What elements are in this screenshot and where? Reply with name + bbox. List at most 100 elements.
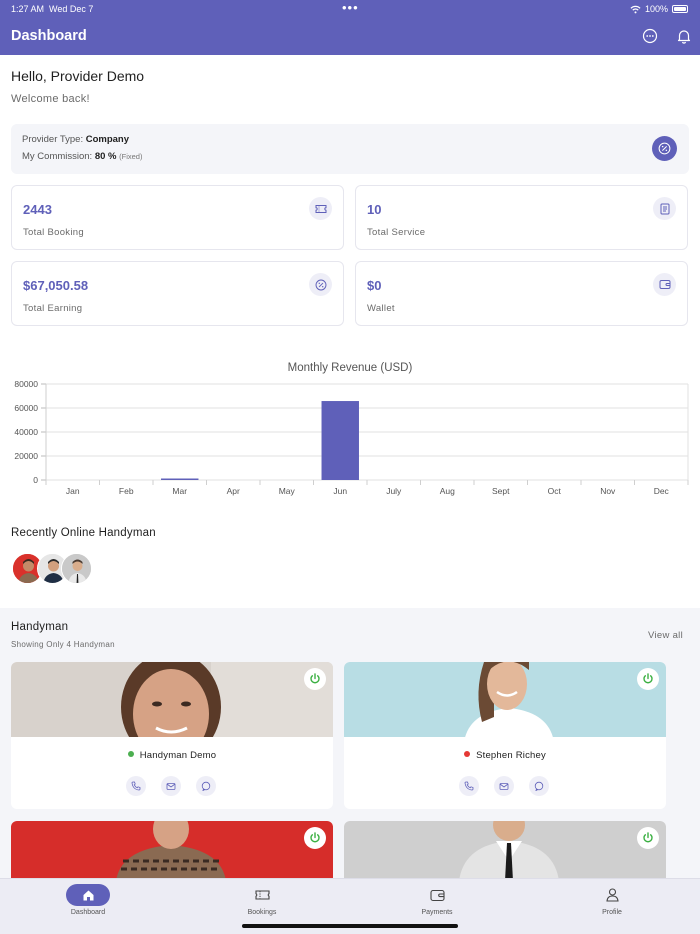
call-button[interactable] [459,776,479,796]
handyman-section-title: Handyman [11,621,69,633]
online-status-dot [127,751,134,757]
x-tick-label: Jan [66,486,80,496]
x-tick-label: May [279,486,296,496]
bar-mar [161,478,199,480]
x-tick-label: Feb [119,486,134,496]
handyman-card[interactable] [344,821,666,878]
stat-label: Total Booking [23,227,84,238]
ticket-icon [240,884,284,906]
stat-value: $0 [367,278,382,293]
handyman-photo [11,662,333,737]
tab-label: Payments [421,909,453,916]
battery-percent: 100% [644,4,668,14]
ticket-icon [309,197,332,220]
percent-badge-icon [309,273,332,296]
user-icon [590,884,634,906]
offline-status-dot [464,751,471,757]
handyman-name: Stephen Richey [344,750,666,761]
status-right: 100% [630,4,688,14]
document-icon [653,197,676,220]
stat-card-total-booking[interactable]: 2443 Total Booking [11,185,344,250]
bell-icon[interactable] [676,28,692,44]
greeting-title: Hello, Provider Demo [11,68,145,84]
handyman-photo [344,821,666,878]
handyman-photo [344,662,666,737]
page-title: Dashboard [11,28,87,44]
tab-profile[interactable]: Profile [552,879,672,934]
x-tick-label: Dec [654,486,670,496]
avatar[interactable] [61,553,92,584]
battery-icon [672,5,688,13]
stat-value: $67,050.58 [23,278,89,293]
provider-commission: My Commission: 80 % (Fixed) [22,151,143,162]
chat-icon [534,781,544,791]
status-time: 1:27 AM Wed Dec 7 [11,4,94,14]
stat-card-total-earning[interactable]: $67,050.58 Total Earning [11,261,344,326]
provider-info-card: Provider Type: Company My Commission: 80… [11,124,689,174]
handyman-card[interactable] [11,821,333,878]
app-header: 1:27 AM Wed Dec 7 ••• 100% Dashboard [0,0,700,55]
chat-button[interactable] [529,776,549,796]
tab-label: Bookings [247,909,277,916]
handyman-section-subtitle: Showing Only 4 Handyman [11,640,115,649]
wifi-icon [630,5,641,13]
power-icon [643,673,653,684]
stat-label: Total Service [367,227,426,238]
y-tick-label: 40000 [14,427,38,437]
y-tick-label: 60000 [14,403,38,413]
power-toggle[interactable] [304,668,326,690]
y-tick-label: 20000 [14,451,38,461]
stat-label: Total Earning [23,303,83,314]
x-tick-label: Apr [227,486,240,496]
email-button[interactable] [161,776,181,796]
provider-type: Provider Type: Company [22,134,130,145]
stat-card-wallet[interactable]: $0 Wallet [355,261,688,326]
power-icon [310,832,320,843]
x-tick-label: Sept [492,486,510,496]
email-button[interactable] [494,776,514,796]
chart-title: Monthly Revenue (USD) [287,362,413,374]
call-button[interactable] [126,776,146,796]
power-toggle[interactable] [304,827,326,849]
mail-icon [499,782,509,790]
power-toggle[interactable] [637,668,659,690]
home-indicator [242,924,458,928]
x-tick-label: Aug [440,486,455,496]
mail-icon [166,782,176,790]
revenue-chart: 0 20000 40000 60000 80000 Jan Feb Mar Apr May Jun J… [14,379,689,496]
chat-icon [201,781,211,791]
phone-icon [464,781,474,791]
multitask-dots[interactable]: ••• [342,0,359,15]
x-tick-label: Oct [548,486,562,496]
power-icon [310,673,320,684]
contact-actions [126,776,216,796]
commission-info-button[interactable] [652,136,677,161]
power-toggle[interactable] [637,827,659,849]
wallet-icon [653,273,676,296]
tab-dashboard[interactable]: Dashboard [28,879,148,934]
home-icon [66,884,110,906]
recent-handyman-title: Recently Online Handyman [11,527,156,539]
stat-value: 10 [367,202,382,217]
chat-icon[interactable] [642,28,658,44]
chat-button[interactable] [196,776,216,796]
contact-actions [459,776,549,796]
stat-value: 2443 [23,202,52,217]
x-tick-label: Nov [600,486,616,496]
phone-icon [131,781,141,791]
tab-label: Profile [602,909,622,916]
handyman-card[interactable]: Stephen Richey [344,662,666,809]
handyman-card[interactable]: Handyman Demo [11,662,333,809]
x-tick-label: Mar [172,486,187,496]
stat-label: Wallet [367,303,395,314]
handyman-name: Handyman Demo [11,750,333,761]
welcome-text: Welcome back! [11,93,90,105]
tab-label: Dashboard [70,909,106,916]
handyman-photo [11,821,333,878]
stat-card-total-service[interactable]: 10 Total Service [355,185,688,250]
percent-badge-icon [658,142,671,155]
y-tick-label: 80000 [14,379,38,389]
x-tick-label: Jun [333,486,347,496]
view-all-link[interactable]: View all [648,630,683,641]
status-bar: 1:27 AM Wed Dec 7 ••• 100% [0,0,700,18]
